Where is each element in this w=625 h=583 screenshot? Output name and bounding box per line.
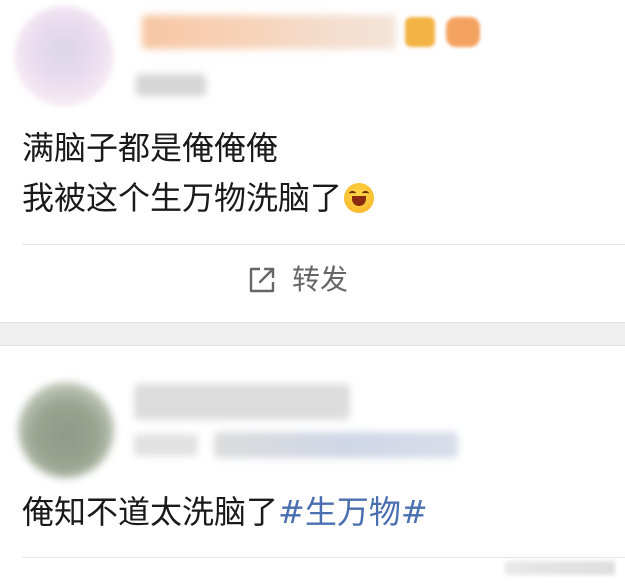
avatar[interactable] [14, 6, 114, 106]
crown-badge-icon [405, 17, 435, 47]
post-text-line: 俺知不道太洗脑了#生万物# [22, 490, 428, 534]
repost-button[interactable]: 转发 [246, 264, 348, 296]
share-arrow-icon [249, 267, 275, 293]
post-text: 俺知不道太洗脑了 [22, 493, 279, 531]
avatar[interactable] [18, 382, 114, 478]
hashtag-link[interactable]: #生万物# [278, 493, 428, 531]
post-text-line: 我被这个生万物洗脑了 [22, 176, 375, 220]
username-blurred[interactable] [142, 15, 396, 49]
username-blurred[interactable] [134, 384, 350, 420]
post-text: 我被这个生万物洗脑了 [22, 179, 343, 217]
divider [22, 557, 625, 558]
level-badge-icon [446, 17, 480, 47]
divider [22, 244, 625, 245]
post-card: 满脑子都是俺俺俺 我被这个生万物洗脑了 转发 [0, 0, 625, 322]
feed-separator [0, 322, 625, 346]
watermark [505, 561, 615, 575]
post-card [0, 346, 625, 583]
repost-label: 转发 [292, 263, 349, 296]
post-time-blurred [134, 434, 198, 456]
post-text-line: 满脑子都是俺俺俺 [22, 129, 279, 167]
post-source-blurred [214, 432, 458, 458]
post-time-blurred [136, 74, 206, 96]
grinning-face-emoji-icon [344, 183, 375, 213]
